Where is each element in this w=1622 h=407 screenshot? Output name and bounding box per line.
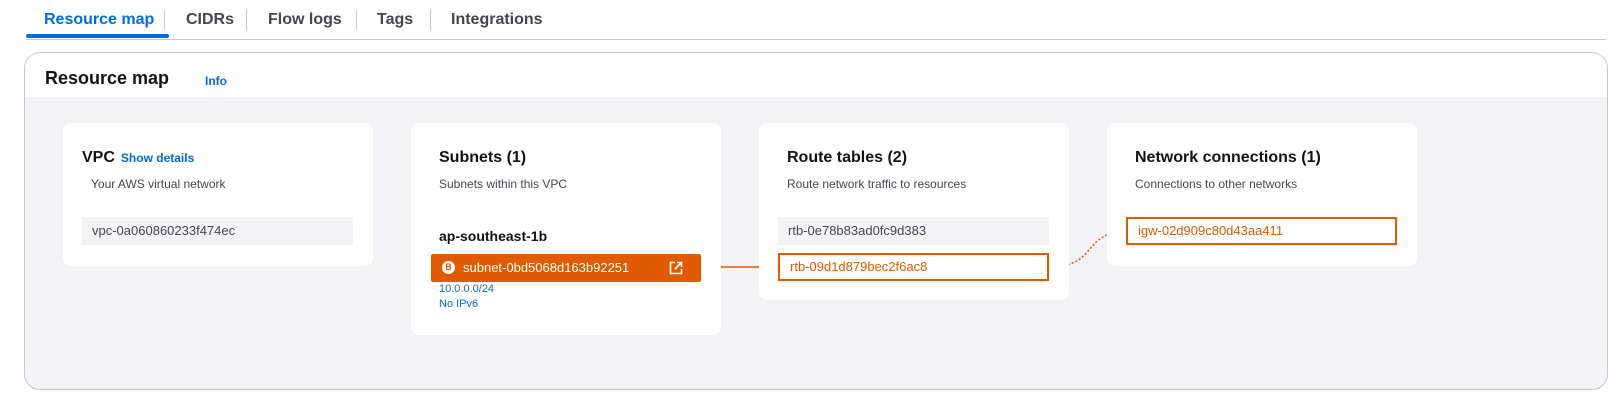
route-tables-card: Route tables (2) Route network traffic t… xyxy=(759,123,1069,300)
tab-flow-logs[interactable]: Flow logs xyxy=(268,0,342,39)
tab-bar: Resource map CIDRs Flow logs Tags Integr… xyxy=(26,0,1606,40)
vpc-subtitle: Your AWS virtual network xyxy=(91,177,226,191)
subnets-card: Subnets (1) Subnets within this VPC ap-s… xyxy=(411,123,721,335)
az-badge: B xyxy=(442,261,455,274)
network-connections-subtitle: Connections to other networks xyxy=(1135,177,1298,191)
tab-divider xyxy=(356,10,357,30)
vpc-card: VPC Show details Your AWS virtual network… xyxy=(63,123,373,266)
vpc-card-title: VPC Show details xyxy=(82,149,194,167)
availability-zone-label: ap-southeast-1b xyxy=(439,228,548,244)
route-tables-subtitle: Route network traffic to resources xyxy=(787,177,967,191)
show-details-link[interactable]: Show details xyxy=(121,151,194,165)
vpc-title: VPC xyxy=(82,149,115,166)
tab-divider xyxy=(430,10,431,30)
tab-integrations[interactable]: Integrations xyxy=(451,0,543,39)
route-table-item-highlighted[interactable]: rtb-09d1d879bec2f6ac8 xyxy=(778,253,1049,281)
route-tables-title: Route tables (2) xyxy=(787,149,908,166)
network-connections-title: Network connections (1) xyxy=(1135,149,1321,166)
subnet-ipv6[interactable]: No IPv6 xyxy=(439,298,478,310)
subnets-title: Subnets (1) xyxy=(439,149,527,166)
tab-cidrs[interactable]: CIDRs xyxy=(186,0,234,39)
subnet-cidr[interactable]: 10.0.0.0/24 xyxy=(439,283,494,295)
subnets-subtitle: Subnets within this VPC xyxy=(439,177,568,191)
resource-map-title: Resource map xyxy=(45,68,170,88)
resource-map-header: Resource map Info xyxy=(25,53,1607,97)
tab-divider xyxy=(246,10,247,30)
info-link[interactable]: Info xyxy=(205,74,227,88)
resource-map-panel: Resource map Info VPC Show details Your A… xyxy=(24,52,1608,390)
tab-tags[interactable]: Tags xyxy=(377,0,413,39)
external-link-icon[interactable] xyxy=(669,261,683,275)
route-table-item[interactable]: rtb-0e78b83ad0fc9d383 xyxy=(778,217,1049,245)
subnet-item[interactable]: B subnet-0bd5068d163b92251 xyxy=(431,254,701,282)
internet-gateway-item[interactable]: igw-02d909c80d43aa411 xyxy=(1126,217,1397,245)
tab-divider xyxy=(164,10,165,30)
network-connections-card: Network connections (1) Connections to o… xyxy=(1107,123,1417,266)
vpc-id-box[interactable]: vpc-0a060860233f474ec xyxy=(82,217,353,245)
active-tab-indicator xyxy=(26,34,169,38)
subnet-id: subnet-0bd5068d163b92251 xyxy=(463,260,630,275)
